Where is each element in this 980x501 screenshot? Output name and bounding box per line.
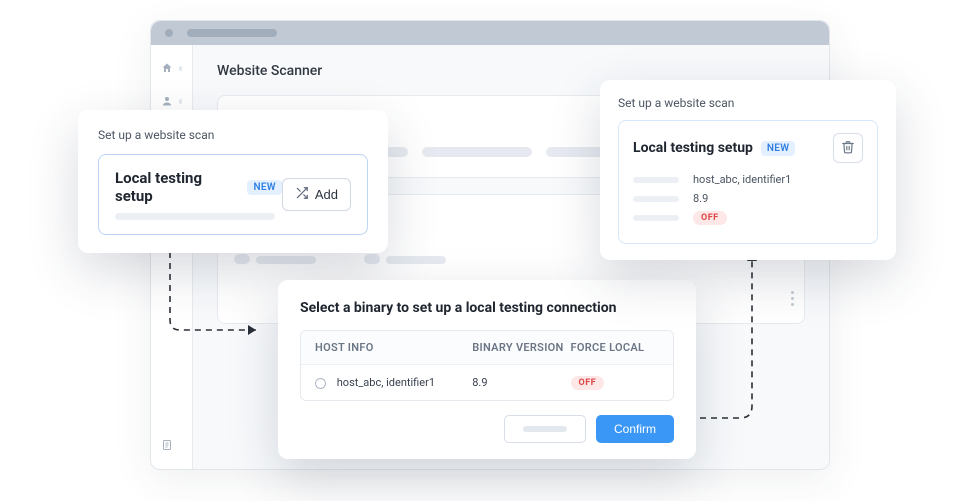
setup-desc-skeleton (115, 213, 275, 220)
table-header: HOST INFO BINARY VERSION FORCE LOCAL (301, 331, 673, 365)
summary-version: 8.9 (693, 192, 708, 205)
more-icon[interactable] (791, 291, 794, 306)
col-host: HOST INFO (315, 341, 472, 354)
sidebar-item-home[interactable] (151, 59, 192, 78)
window-addressbar-skeleton (187, 29, 277, 37)
summary-box: Local testing setup NEW host_abc, identi… (618, 120, 878, 244)
new-badge: NEW (761, 141, 795, 156)
window-dot (165, 29, 173, 37)
shuffle-icon (295, 186, 309, 203)
summary-row-force: OFF (633, 211, 863, 225)
kv-key-skeleton (633, 177, 679, 183)
setup-title: Local testing setup (633, 140, 753, 156)
add-button[interactable]: Add (282, 178, 351, 211)
window-titlebar (151, 21, 829, 45)
card-subhead: Set up a website scan (98, 128, 368, 142)
kv-key-skeleton (633, 196, 679, 202)
radio-icon[interactable] (315, 378, 326, 389)
sidebar (151, 45, 193, 469)
new-badge: NEW (247, 180, 281, 195)
kv-key-skeleton (633, 215, 679, 221)
setup-title: Local testing setup (115, 169, 239, 205)
local-testing-setup-box: Local testing setup NEW Add (98, 154, 368, 235)
col-force: FORCE LOCAL (571, 341, 659, 354)
sidebar-label-skeleton (179, 66, 182, 71)
summary-row-host: host_abc, identifier1 (633, 173, 863, 186)
cancel-button[interactable] (504, 415, 586, 443)
button-label-skeleton (523, 426, 567, 432)
document-icon (161, 436, 173, 455)
force-local-badge: OFF (693, 211, 727, 225)
summary-row-version: 8.9 (633, 192, 863, 205)
card-subhead: Set up a website scan (618, 96, 878, 110)
delete-button[interactable] (833, 133, 863, 163)
confirm-button[interactable]: Confirm (596, 415, 674, 443)
binary-table: HOST INFO BINARY VERSION FORCE LOCAL hos… (300, 330, 674, 401)
page-title: Website Scanner (217, 63, 805, 79)
card-scan-summary: Set up a website scan Local testing setu… (600, 80, 896, 260)
table-row[interactable]: host_abc, identifier1 8.9 OFF (301, 365, 673, 400)
card-setup-scan: Set up a website scan Local testing setu… (78, 110, 388, 253)
add-button-label: Add (315, 187, 338, 202)
sidebar-item-users[interactable] (151, 92, 192, 111)
cell-host: host_abc, identifier1 (337, 376, 435, 389)
card-title: Select a binary to set up a local testin… (300, 300, 674, 316)
trash-icon (841, 140, 855, 157)
card-select-binary: Select a binary to set up a local testin… (278, 280, 696, 459)
summary-host: host_abc, identifier1 (693, 173, 791, 186)
cell-version: 8.9 (472, 376, 570, 389)
col-version: BINARY VERSION (472, 341, 570, 354)
sidebar-item-docs[interactable] (151, 436, 192, 455)
home-icon (161, 59, 173, 78)
sidebar-label-skeleton (179, 99, 182, 104)
users-icon (161, 92, 173, 111)
force-local-badge: OFF (571, 376, 605, 390)
